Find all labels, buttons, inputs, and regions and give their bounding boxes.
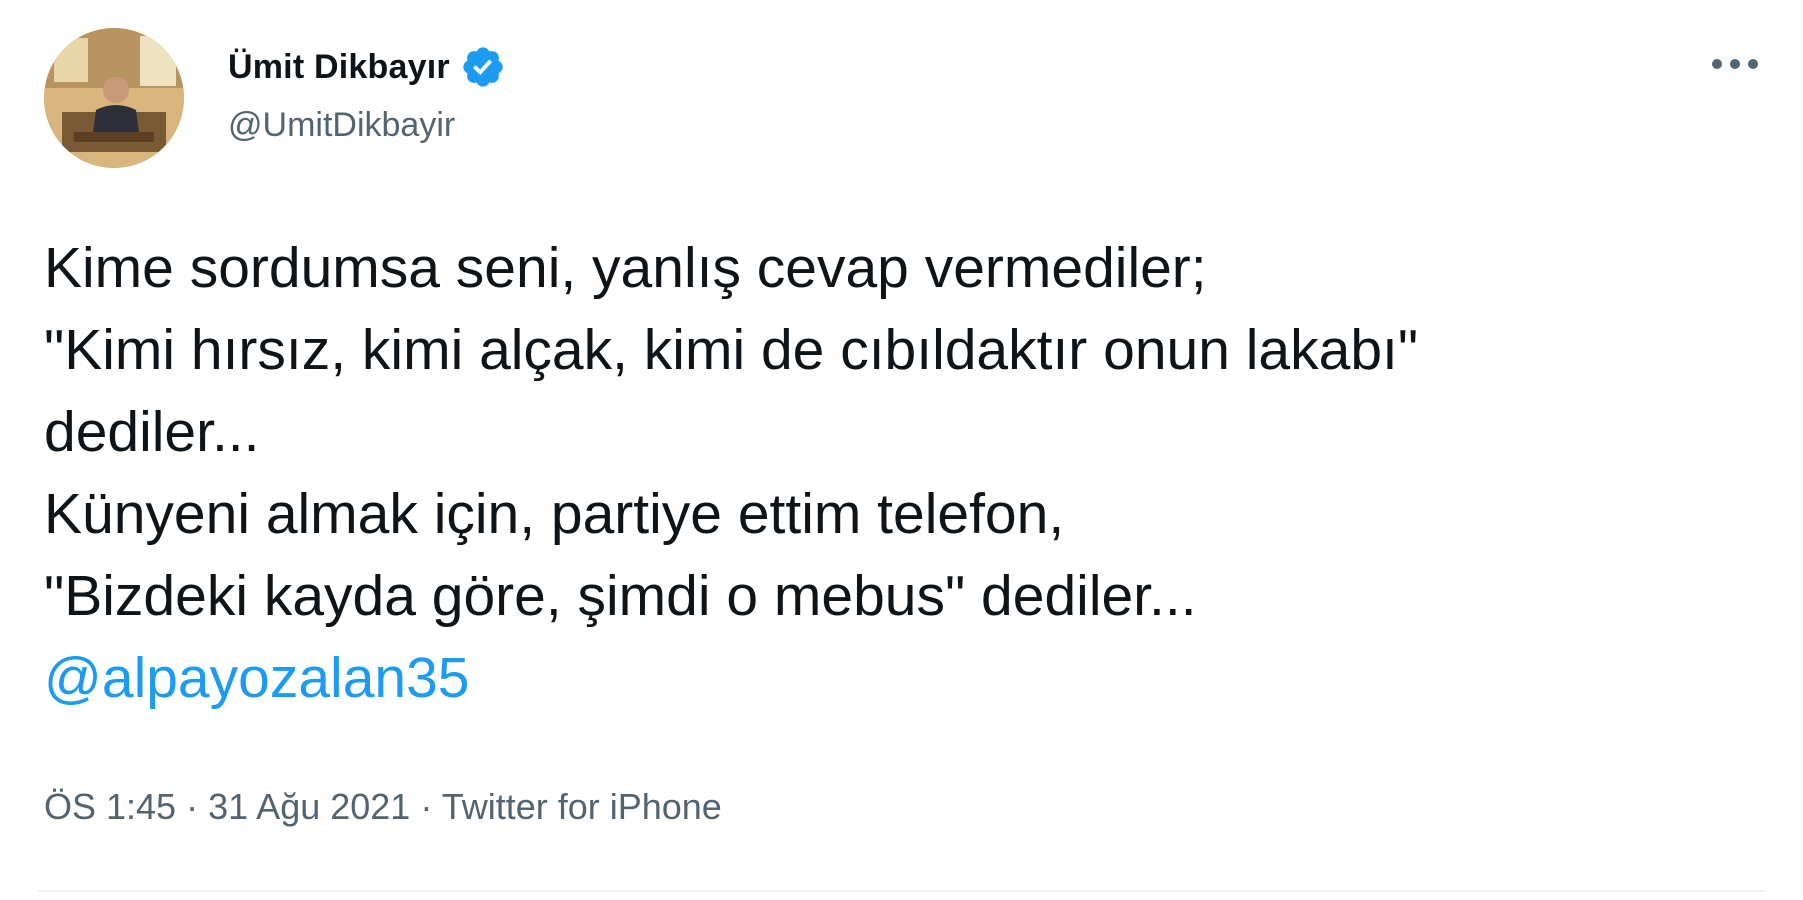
- meta-separator: ·: [186, 786, 199, 827]
- mention-link[interactable]: @alpayozalan35: [44, 646, 470, 710]
- tweet-source[interactable]: Twitter for iPhone: [442, 786, 722, 827]
- tweet-text-line: "Bizdeki kayda göre, şimdi o mebus" dedi…: [44, 564, 1197, 628]
- author-handle[interactable]: @UmitDikbayir: [228, 106, 455, 145]
- more-options-button[interactable]: [1700, 42, 1770, 86]
- avatar[interactable]: [44, 28, 184, 168]
- author-name-row: Ümit Dikbayır: [228, 44, 506, 90]
- verified-badge-icon: [463, 47, 503, 87]
- author-display-name[interactable]: Ümit Dikbayır: [228, 48, 450, 87]
- tweet-date[interactable]: 31 Ağu 2021: [208, 786, 410, 827]
- avatar-photo-icon: [44, 28, 184, 168]
- tweet-text-line: "Kimi hırsız, kimi alçak, kimi de cıbıld…: [44, 318, 1419, 382]
- tweet-text-line: dediler...: [44, 400, 260, 464]
- tweet-meta: ÖS 1:45 · 31 Ağu 2021 · Twitter for iPho…: [44, 786, 722, 828]
- divider: [38, 890, 1766, 892]
- more-options-icon: [1712, 59, 1758, 69]
- meta-separator: ·: [420, 786, 433, 827]
- tweet-text-line: Künyeni almak için, partiye ettim telefo…: [44, 482, 1065, 546]
- tweet-time[interactable]: ÖS 1:45: [44, 786, 176, 827]
- tweet-text-line: Kime sordumsa seni, yanlış cevap vermedi…: [44, 236, 1207, 300]
- tweet-text: Kime sordumsa seni, yanlış cevap vermedi…: [44, 227, 1764, 719]
- tweet-card: Ümit Dikbayır @UmitDikbayir Kime sordums…: [0, 0, 1803, 900]
